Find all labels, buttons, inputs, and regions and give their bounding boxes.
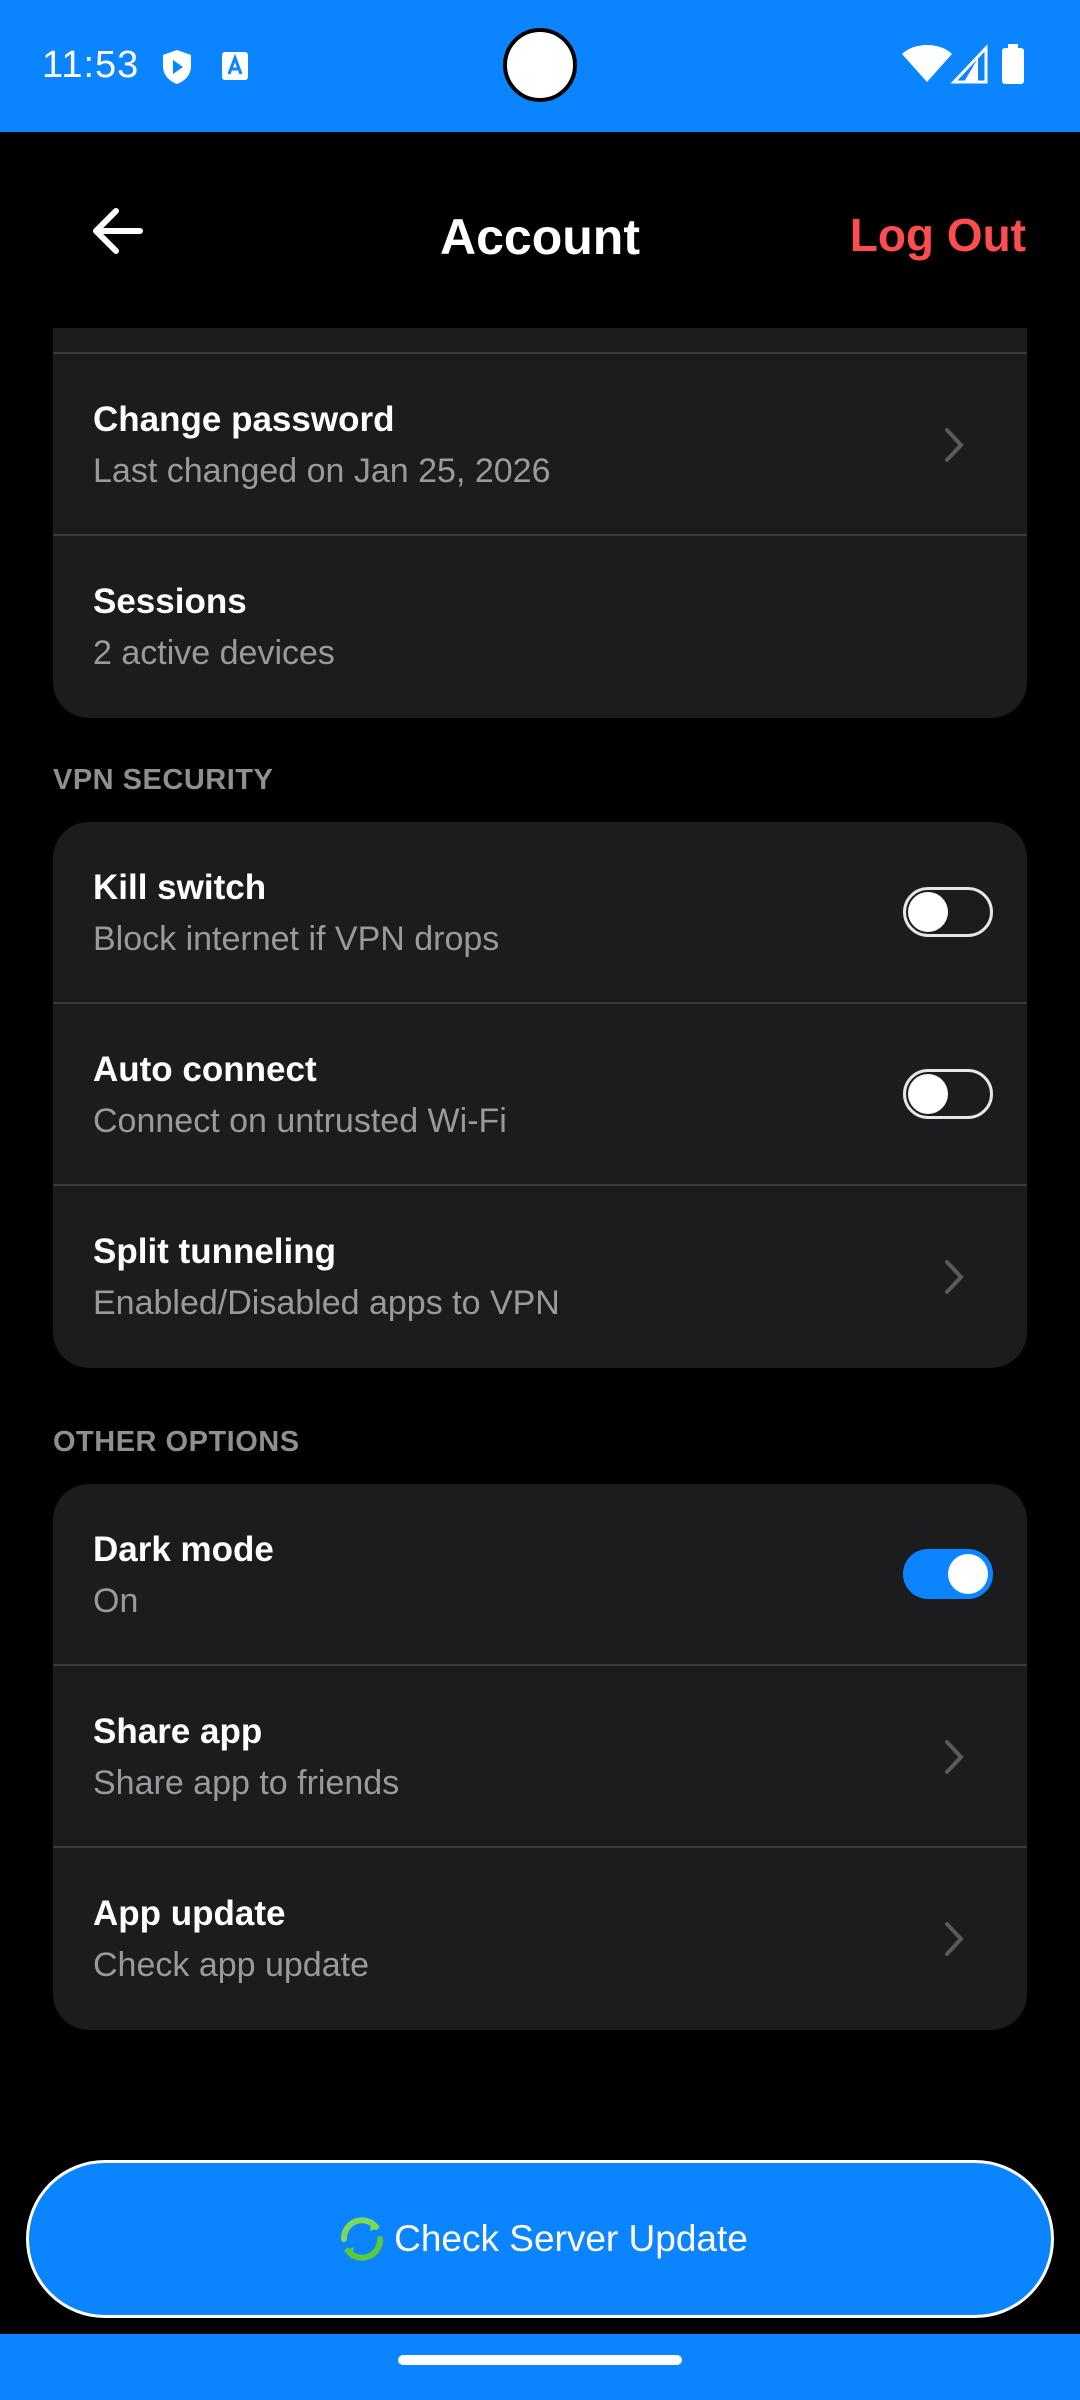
row-subtitle: 2 active devices xyxy=(93,634,335,672)
vpn-shield-icon xyxy=(163,50,191,84)
status-indicators xyxy=(902,44,1024,84)
camera-cutout xyxy=(503,28,577,102)
section-label-vpn-security: VPN SECURITY xyxy=(53,764,274,796)
row-subtitle: Enabled/Disabled apps to VPN xyxy=(93,1284,560,1322)
row-title: Change password xyxy=(93,400,395,439)
row-title: Kill switch xyxy=(93,868,267,907)
row-title: Dark mode xyxy=(93,1530,274,1569)
app-header: Account Log Out xyxy=(0,132,1080,328)
auto-connect-toggle[interactable] xyxy=(903,1069,993,1119)
toggle-knob xyxy=(908,1074,948,1114)
toggle-knob xyxy=(908,892,948,932)
row-title: Sessions xyxy=(93,582,247,621)
kill-switch-toggle[interactable] xyxy=(903,887,993,937)
check-server-update-button[interactable]: Check Server Update xyxy=(26,2160,1054,2318)
sessions-row[interactable]: Sessions 2 active devices xyxy=(53,536,1027,718)
section-label-other-options: OTHER OPTIONS xyxy=(53,1426,300,1458)
system-nav-bar xyxy=(0,2334,1080,2400)
wifi-icon xyxy=(902,45,952,82)
chevron-right-icon xyxy=(945,1260,964,1294)
cta-label: Check Server Update xyxy=(394,2218,748,2259)
chevron-right-icon xyxy=(945,1922,964,1956)
vpn-security-card: Kill switch Block internet if VPN drops … xyxy=(53,822,1027,1368)
row-subtitle: Block internet if VPN drops xyxy=(93,920,500,958)
dark-mode-row[interactable]: Dark mode On xyxy=(53,1484,1027,1666)
app-a-icon xyxy=(222,52,248,80)
status-bar: 11:53 xyxy=(0,0,1080,132)
row-subtitle: Check app update xyxy=(93,1946,369,1984)
row-title: App update xyxy=(93,1894,286,1933)
kill-switch-row[interactable]: Kill switch Block internet if VPN drops xyxy=(53,822,1027,1004)
account-card: Change password Last changed on Jan 25, … xyxy=(53,328,1027,718)
row-title: Split tunneling xyxy=(93,1232,337,1271)
other-options-card: Dark mode On Share app Share app to frie… xyxy=(53,1484,1027,2030)
row-subtitle: Connect on untrusted Wi-Fi xyxy=(93,1102,507,1140)
share-app-row[interactable]: Share app Share app to friends xyxy=(53,1666,1027,1848)
row-title: Share app xyxy=(93,1712,263,1751)
dark-mode-toggle[interactable] xyxy=(903,1549,993,1599)
auto-connect-row[interactable]: Auto connect Connect on untrusted Wi-Fi xyxy=(53,1004,1027,1186)
row-subtitle: Share app to friends xyxy=(93,1764,400,1802)
chevron-right-icon xyxy=(945,428,964,462)
split-tunneling-row[interactable]: Split tunneling Enabled/Disabled apps to… xyxy=(53,1186,1027,1368)
row-subtitle: Last changed on Jan 25, 2026 xyxy=(93,452,551,490)
status-time: 11:53 xyxy=(42,44,140,86)
row-subtitle: On xyxy=(93,1582,139,1620)
logout-button[interactable]: Log Out xyxy=(850,208,1026,262)
home-indicator[interactable] xyxy=(398,2355,682,2365)
refresh-icon xyxy=(341,2217,384,2261)
toggle-knob xyxy=(948,1554,988,1594)
signal-icon xyxy=(950,44,988,84)
app-update-row[interactable]: App update Check app update xyxy=(53,1848,1027,2030)
row-title: Auto connect xyxy=(93,1050,317,1089)
clipped-row xyxy=(53,328,1027,354)
chevron-right-icon xyxy=(945,1740,964,1774)
change-password-row[interactable]: Change password Last changed on Jan 25, … xyxy=(53,354,1027,536)
battery-icon xyxy=(1002,44,1024,84)
